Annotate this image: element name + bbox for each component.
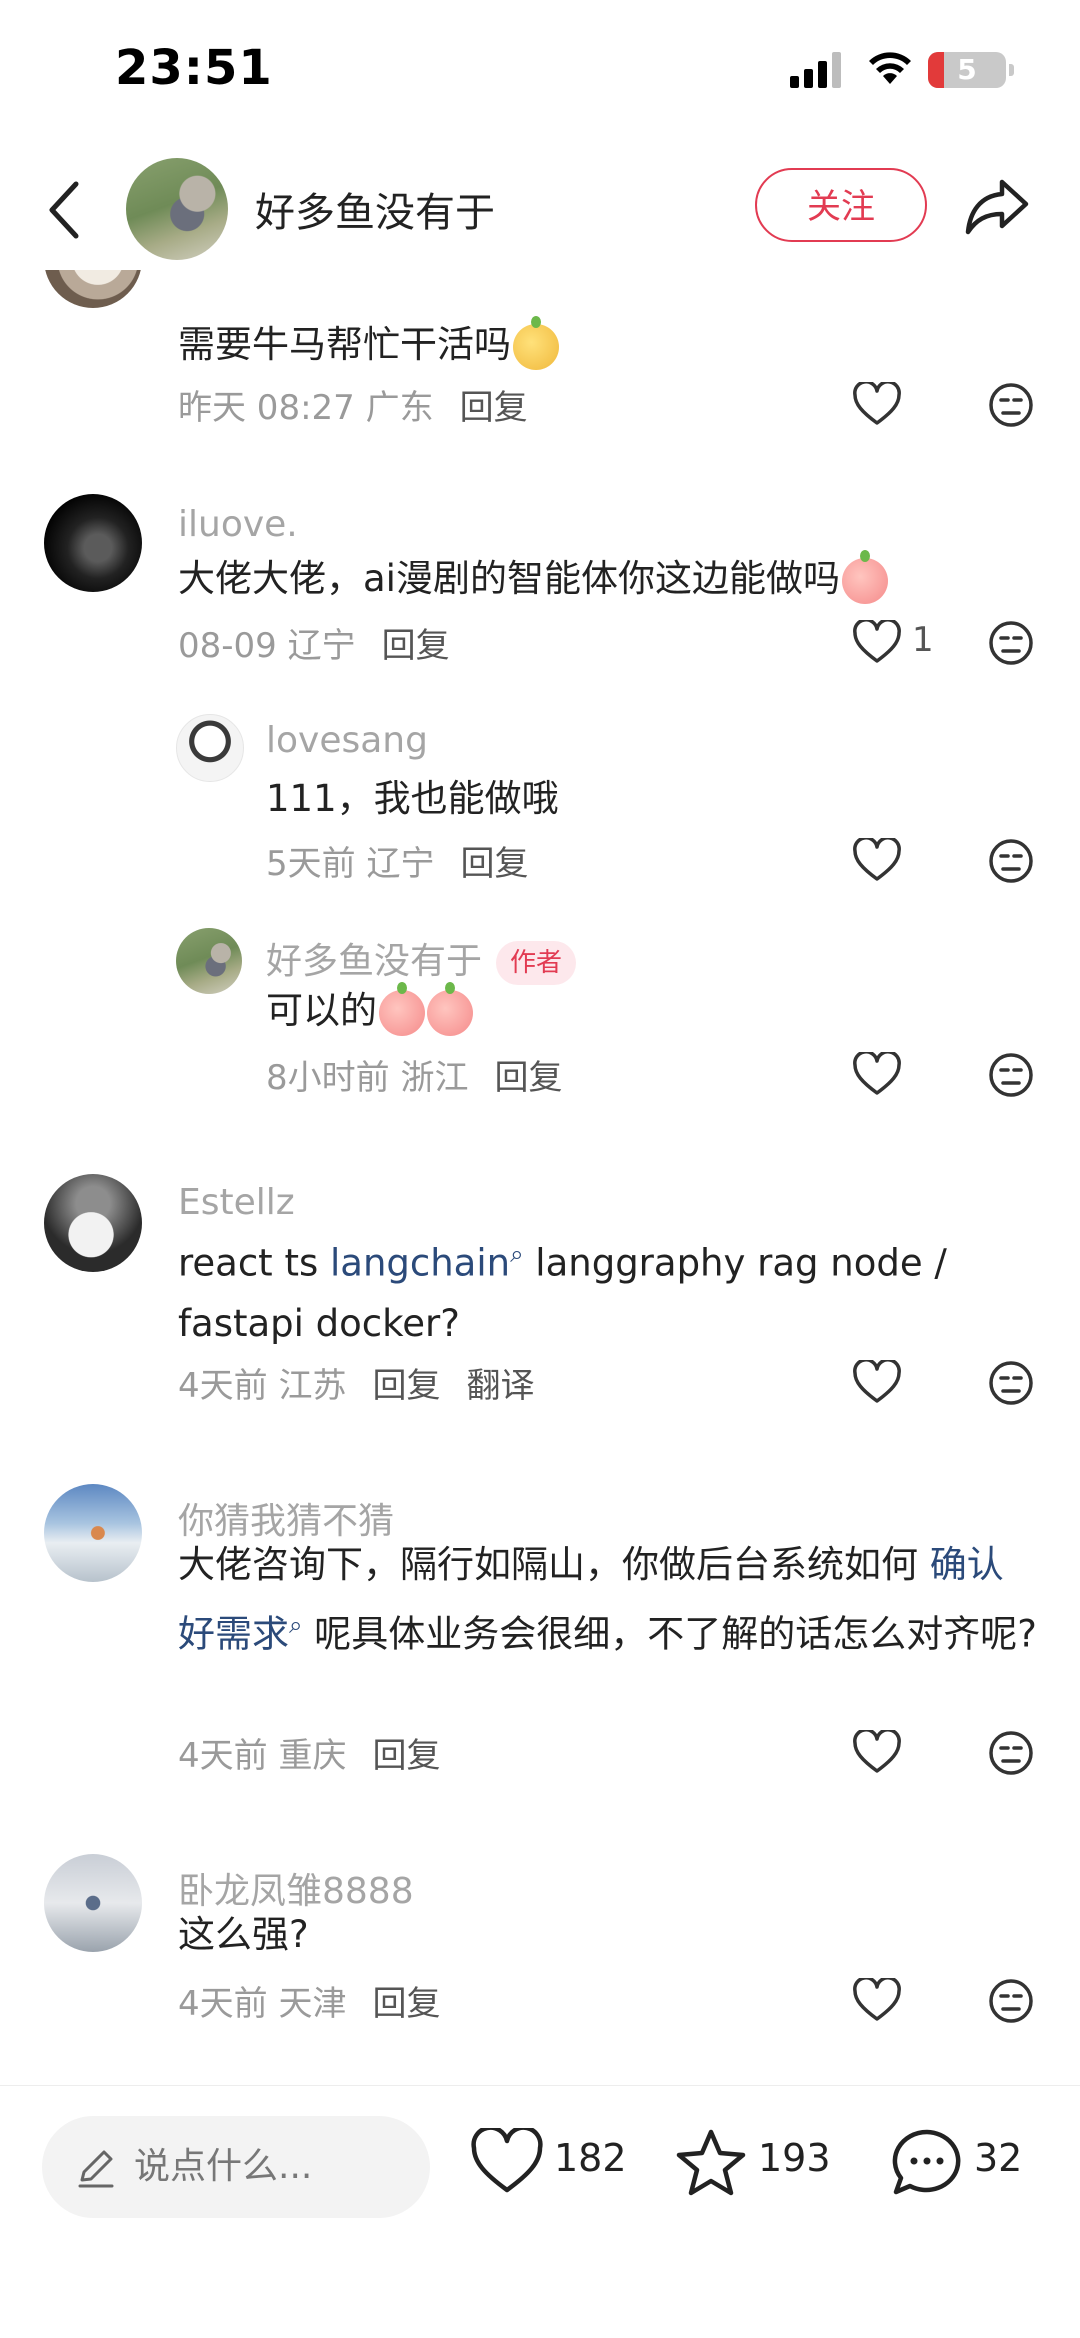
- follow-button[interactable]: 关注: [755, 168, 927, 242]
- emoji-icon: [841, 549, 888, 604]
- search-link-icon[interactable]: ⌕: [510, 1240, 523, 1268]
- author-username[interactable]: 好多鱼没有于: [255, 180, 495, 238]
- commenter-username[interactable]: iluove.: [178, 504, 298, 545]
- battery-level: 5: [957, 53, 977, 86]
- author-badge: 作者: [496, 941, 577, 985]
- cellular-signal-icon: [790, 52, 841, 88]
- pencil-icon: [78, 2150, 114, 2188]
- like-heart-icon[interactable]: [852, 382, 902, 426]
- dislike-face-icon[interactable]: [988, 382, 1034, 428]
- comment-meta: 8小时前 浙江 回复: [266, 1058, 563, 1098]
- battery-icon: 5: [928, 52, 1014, 88]
- commenter-username[interactable]: lovesang: [266, 720, 428, 761]
- like-icon[interactable]: [470, 2128, 544, 2194]
- like-heart-icon[interactable]: [852, 1978, 902, 2022]
- comment-meta: 4天前 重庆 回复: [178, 1736, 441, 1776]
- status-bar: 23:51 5: [0, 0, 1080, 140]
- like-heart-icon[interactable]: [852, 1360, 902, 1404]
- favorite-count: 193: [758, 2136, 831, 2180]
- commenter-avatar[interactable]: [44, 1854, 142, 1952]
- emoji-icon: [427, 981, 473, 1036]
- comment-meta: 5天前 辽宁 回复: [266, 844, 529, 884]
- comment-input[interactable]: 说点什么...: [42, 2116, 430, 2218]
- commenter-avatar[interactable]: [44, 1484, 142, 1582]
- reply-button[interactable]: 回复: [372, 1366, 440, 1406]
- emoji-icon: [513, 315, 559, 370]
- comment-text: 可以的: [266, 980, 1046, 1041]
- like-heart-icon[interactable]: [852, 838, 902, 882]
- commenter-avatar[interactable]: [44, 494, 142, 592]
- dislike-face-icon[interactable]: [988, 1360, 1034, 1406]
- dislike-face-icon[interactable]: [988, 1052, 1034, 1098]
- like-heart-icon[interactable]: [852, 1730, 902, 1774]
- reply-button[interactable]: 回复: [382, 626, 450, 666]
- wifi-icon: [869, 52, 911, 84]
- share-icon[interactable]: [964, 176, 1030, 236]
- dislike-face-icon[interactable]: [988, 838, 1034, 884]
- search-link-icon[interactable]: ⌕: [289, 1611, 302, 1639]
- reply-button[interactable]: 回复: [372, 1736, 440, 1776]
- commenter-avatar[interactable]: [176, 714, 244, 782]
- comment-text: 大佬咨询下，隔行如隔山，你做后台系统如何 确认好需求⌕ 呢具体业务会很细，不了解…: [178, 1543, 1037, 1656]
- dislike-face-icon[interactable]: [988, 1978, 1034, 2024]
- commenter-avatar[interactable]: [44, 1174, 142, 1272]
- favorite-star-icon[interactable]: [674, 2128, 748, 2198]
- search-link[interactable]: langchain: [330, 1241, 510, 1284]
- comment-meta: 08-09 辽宁 回复: [178, 626, 450, 666]
- emoji-icon: [379, 981, 425, 1036]
- comment-text: 这么强?: [178, 1913, 309, 1956]
- like-heart-icon[interactable]: [852, 1052, 902, 1096]
- comment-text: 大佬大佬，ai漫剧的智能体你这边能做吗: [178, 548, 1038, 609]
- commenter-avatar[interactable]: [176, 928, 242, 994]
- commenter-username[interactable]: 好多鱼没有于 作者: [266, 932, 577, 985]
- dislike-face-icon[interactable]: [988, 620, 1034, 666]
- comment-list: 需要牛马帮忙干活吗 昨天 08:27 广东 回复 iluove. 大佬大佬，ai漫…: [0, 270, 1080, 2085]
- like-count: 182: [554, 2136, 627, 2180]
- dislike-face-icon[interactable]: [988, 1730, 1034, 1776]
- top-nav-bar: 好多鱼没有于 关注: [0, 150, 1080, 270]
- comment-count: 32: [974, 2136, 1023, 2180]
- comment-input-placeholder: 说点什么...: [134, 2146, 313, 2187]
- commenter-username[interactable]: Estellz: [178, 1182, 295, 1223]
- author-avatar[interactable]: [126, 158, 228, 260]
- comment-meta: 4天前 江苏 回复 翻译: [178, 1366, 535, 1406]
- translate-button[interactable]: 翻译: [466, 1366, 534, 1406]
- reply-button[interactable]: 回复: [494, 1058, 562, 1098]
- back-arrow-icon[interactable]: [46, 178, 86, 242]
- status-time: 23:51: [115, 40, 273, 96]
- comment-meta: 昨天 08:27 广东 回复: [178, 388, 528, 428]
- like-count: 1: [912, 620, 934, 660]
- reply-button[interactable]: 回复: [460, 388, 528, 428]
- bottom-action-bar: 说点什么... 182 193 32: [0, 2085, 1080, 2338]
- comment-text: react ts langchain⌕ langgraphy rag node …: [178, 1240, 947, 1346]
- commenter-avatar[interactable]: [44, 270, 142, 308]
- reply-button[interactable]: 回复: [372, 1984, 440, 2024]
- comment-text: 111，我也能做哦: [266, 777, 559, 820]
- comment-bubble-icon[interactable]: [890, 2128, 964, 2198]
- comment-meta: 4天前 天津 回复: [178, 1984, 441, 2024]
- reply-button[interactable]: 回复: [460, 844, 528, 884]
- like-heart-icon[interactable]: [852, 620, 902, 664]
- comment-text: 需要牛马帮忙干活吗: [178, 314, 1038, 375]
